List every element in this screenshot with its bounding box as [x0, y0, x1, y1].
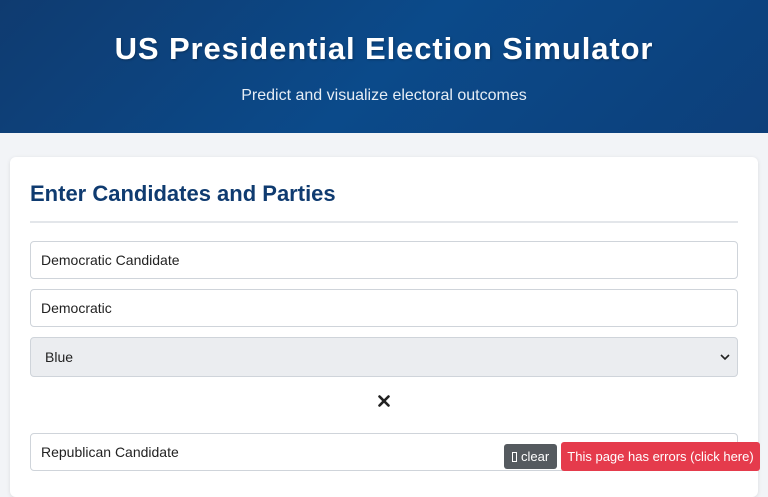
candidate-name-value: Democratic Candidate: [41, 252, 180, 268]
candidate-name-input[interactable]: Democratic Candidate: [30, 241, 738, 279]
error-banner[interactable]: This page has errors (click here): [561, 442, 760, 471]
close-icon: [378, 394, 390, 412]
section-title: Enter Candidates and Parties: [30, 181, 336, 206]
party-color-select[interactable]: Blue: [30, 337, 738, 377]
clear-icon: [512, 451, 517, 462]
clear-label: clear: [521, 449, 550, 464]
chevron-down-icon: [717, 349, 733, 365]
candidate-name-value-2: Republican Candidate: [41, 444, 179, 460]
remove-candidate-button[interactable]: [376, 395, 392, 411]
page-title: US Presidential Election Simulator: [114, 31, 654, 66]
section-divider: [30, 221, 738, 223]
party-color-value: Blue: [45, 349, 74, 365]
page-subtitle: Predict and visualize electoral outcomes: [241, 87, 527, 104]
party-name-value: Democratic: [41, 300, 112, 316]
page-header: US Presidential Election Simulator Predi…: [0, 0, 768, 133]
party-name-input[interactable]: Democratic: [30, 289, 738, 327]
clear-errors-button[interactable]: clear: [504, 444, 558, 469]
